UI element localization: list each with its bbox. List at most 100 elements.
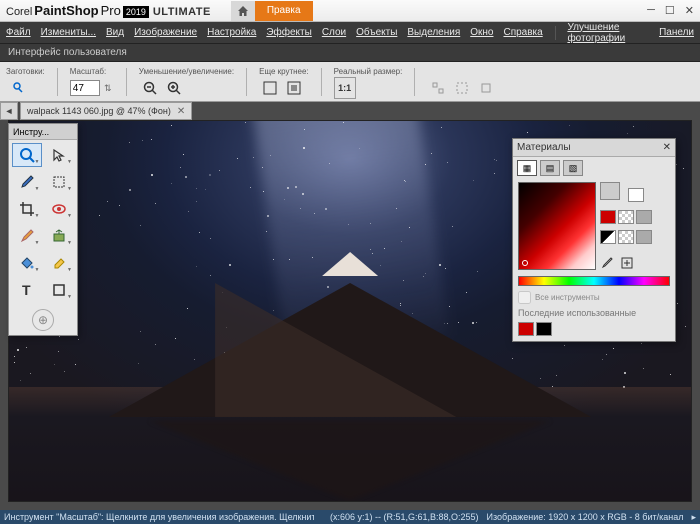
submenu-label[interactable]: Интерфейс пользователя [8, 47, 127, 58]
tab-home[interactable] [231, 1, 255, 21]
materials-palette: Материалы ✕ ▦ ▤ ▧ [512, 138, 676, 342]
eraser-tool[interactable]: ▼ [45, 251, 75, 275]
menu-effects[interactable]: Эффекты [266, 27, 311, 38]
swatch-gray[interactable] [636, 210, 652, 224]
maximize-button[interactable]: ☐ [665, 4, 675, 17]
toolbar-sep [57, 68, 58, 96]
text-tool[interactable]: T [12, 278, 42, 302]
swap-colors-icon[interactable] [600, 230, 616, 244]
zoom-input[interactable] [70, 80, 100, 96]
crop-tool[interactable]: ▼ [12, 197, 42, 221]
brand-corel: Corel [6, 6, 32, 18]
more-spin-label: Еще крутнее: [259, 67, 309, 76]
color-gradient-picker[interactable] [518, 182, 596, 270]
zoom-in-icon[interactable] [163, 77, 185, 99]
tab-edit[interactable]: Правка [255, 1, 313, 21]
option-icon-1[interactable] [427, 77, 449, 99]
swatches [600, 182, 670, 270]
menu-view[interactable]: Вид [106, 27, 124, 38]
menu-edit[interactable]: Измениты... [41, 27, 96, 38]
status-coords: (x:606 y:1) -- (R:51,G:61,B:88,O:255) [330, 512, 479, 523]
titlebar: Corel PaintShop Pro 2019 ULTIMATE Правка… [0, 0, 700, 22]
svg-text:T: T [22, 282, 31, 298]
close-button[interactable]: ✕ [685, 4, 694, 17]
fg-swatch[interactable] [600, 182, 620, 200]
menu-objects[interactable]: Объекты [356, 27, 397, 38]
fit-image-icon[interactable] [283, 77, 305, 99]
document-tab-label: walpack 1143 060.jpg @ 47% (Фон) [27, 106, 171, 116]
materials-close-icon[interactable]: ✕ [663, 142, 671, 153]
fit-window-icon[interactable] [259, 77, 281, 99]
add-swatch-icon[interactable] [620, 256, 634, 270]
recent-label: Последние использованные [513, 306, 675, 320]
zoom-io-group: Уменьшение/увеличение: [139, 67, 234, 99]
dropper-tool[interactable]: ▼ [12, 170, 42, 194]
materials-tab-1[interactable]: ▦ [517, 160, 537, 176]
toolbox-more-icon[interactable]: ⊕ [32, 309, 54, 331]
document-close-icon[interactable]: ✕ [177, 106, 185, 117]
tools-palette-title[interactable]: Инстру... [9, 124, 77, 140]
submenu-bar: Интерфейс пользователя [0, 44, 700, 62]
materials-title: Материалы [517, 142, 571, 153]
fill-tool[interactable]: ▼ [12, 251, 42, 275]
menu-file[interactable]: Файл [6, 27, 31, 38]
actual-size-group: Реальный размер: 1:1 [334, 67, 403, 99]
zoom-spinner[interactable]: ⇅ [102, 77, 114, 99]
document-tab[interactable]: walpack 1143 060.jpg @ 47% (Фон) ✕ [20, 102, 192, 120]
status-hint: Инструмент "Масштаб": Щелкните для увели… [4, 512, 314, 522]
recent-swatch-2[interactable] [536, 322, 552, 336]
presets-dropdown[interactable] [6, 77, 28, 99]
menu-adjust[interactable]: Настройка [207, 27, 256, 38]
brand-product: PaintShop [34, 3, 98, 18]
tab-scroll-left[interactable]: ◄ [0, 102, 18, 120]
app-brand: Corel PaintShop Pro 2019 ULTIMATE [6, 3, 211, 18]
menu-separator [555, 26, 556, 40]
options-toolbar: Заготовки: Масштаб: ⇅ Уменьшение/увеличе… [0, 62, 700, 102]
presets-label: Заготовки: [6, 67, 45, 76]
menu-photo-fix[interactable]: Улучшение фотографии [567, 22, 649, 44]
zoom-label: Масштаб: [70, 67, 114, 76]
zoom-io-label: Уменьшение/увеличение: [139, 67, 234, 76]
actual-size-label: Реальный размер: [334, 67, 403, 76]
materials-tab-3[interactable]: ▧ [563, 160, 583, 176]
menu-image[interactable]: Изображение [134, 27, 197, 38]
menu-layers[interactable]: Слои [322, 27, 346, 38]
dropper-icon[interactable] [600, 256, 614, 270]
menu-panels[interactable]: Панели [659, 27, 694, 38]
bg-swatch[interactable] [628, 188, 644, 202]
option-icon-3[interactable] [475, 77, 497, 99]
materials-tab-2[interactable]: ▤ [540, 160, 560, 176]
more-spin-group: Еще крутнее: [259, 67, 309, 99]
redeye-tool[interactable]: ▼ [45, 197, 75, 221]
menu-window[interactable]: Окно [470, 27, 493, 38]
pick-tool[interactable]: ▼ [45, 143, 75, 167]
status-icon[interactable]: ▸ [691, 512, 696, 523]
option-icon-2[interactable] [451, 77, 473, 99]
menu-help[interactable]: Справка [503, 27, 542, 38]
clone-tool[interactable]: ▼ [45, 224, 75, 248]
brand-year: 2019 [123, 6, 149, 18]
hue-slider[interactable] [518, 276, 670, 286]
swatch-red[interactable] [600, 210, 616, 224]
zoom-out-icon[interactable] [139, 77, 161, 99]
recent-swatch-1[interactable] [518, 322, 534, 336]
swatch-none[interactable] [618, 230, 634, 244]
brand-pro: Pro [101, 3, 121, 18]
status-imageinfo: Изображение: 1920 x 1200 x RGB - 8 бит/к… [487, 512, 684, 523]
actual-size-button[interactable]: 1:1 [334, 77, 356, 99]
tools-palette: Инстру... ▼ ▼ ▼ ▼ ▼ ▼ ▼ ▼ ▼ ▼ T ▼ ⊕ [8, 123, 78, 336]
selection-tool[interactable]: ▼ [45, 170, 75, 194]
zoom-tool[interactable]: ▼ [12, 143, 42, 167]
swatch-gray2[interactable] [636, 230, 652, 244]
all-tools-checkbox[interactable] [518, 291, 531, 304]
shape-tool[interactable]: ▼ [45, 278, 75, 302]
swatch-transparent[interactable] [618, 210, 634, 224]
brush-tool[interactable]: ▼ [12, 224, 42, 248]
toolbar-sep [246, 68, 247, 96]
extra-spacer [427, 67, 497, 76]
window-controls: ─ ☐ ✕ [647, 4, 694, 17]
menu-selections[interactable]: Выделения [407, 27, 460, 38]
minimize-button[interactable]: ─ [647, 4, 655, 17]
toolbar-sep [126, 68, 127, 96]
brand-edition: ULTIMATE [153, 6, 211, 18]
